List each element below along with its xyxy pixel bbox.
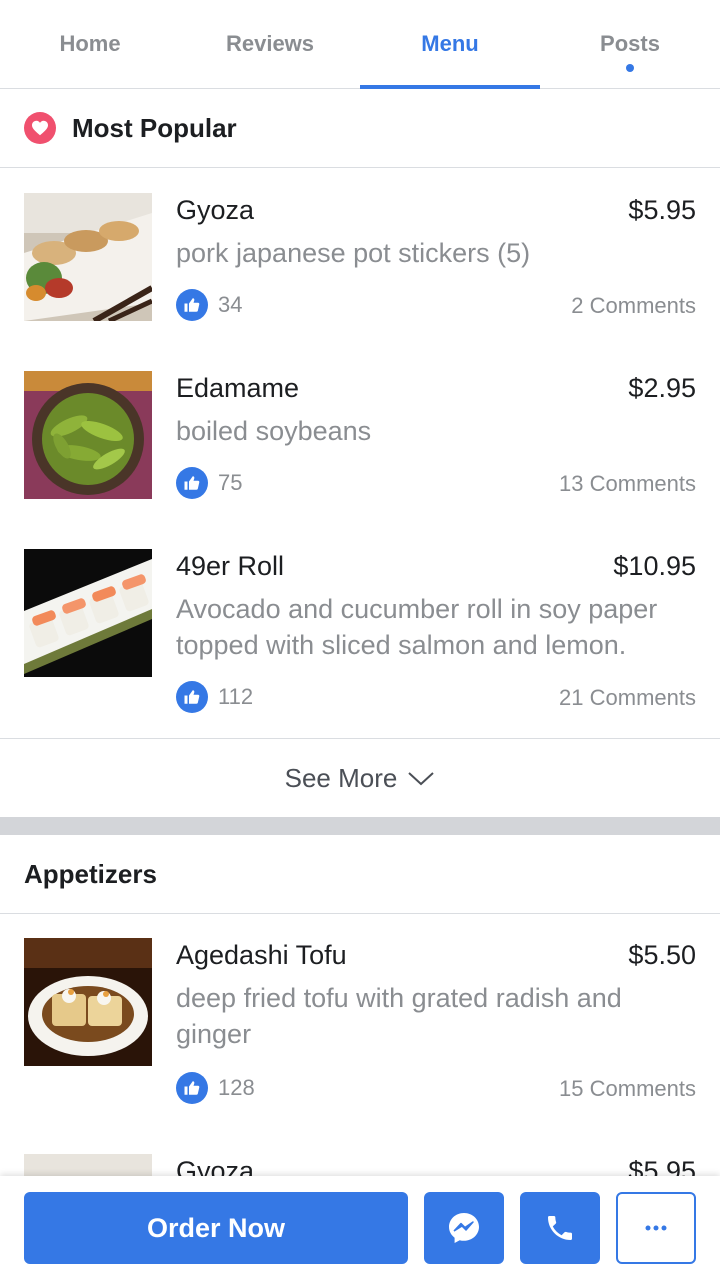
bottom-action-bar: Order Now: [0, 1176, 720, 1280]
like-icon: [176, 289, 208, 321]
menu-item[interactable]: Edamame $2.95 boiled soybeans 75 13 Comm…: [0, 371, 720, 511]
comments-link[interactable]: 21 Comments: [559, 685, 696, 711]
like-icon: [176, 681, 208, 713]
item-description: deep fried tofu with grated radish and g…: [176, 983, 622, 1049]
like-icon: [176, 1072, 208, 1104]
item-name: Edamame: [176, 373, 300, 403]
item-name: Gyoza: [176, 195, 255, 225]
likes[interactable]: 112: [176, 681, 253, 713]
see-more-button[interactable]: See More: [0, 738, 720, 817]
item-description: pork japanese pot stickers (5): [176, 238, 531, 268]
new-posts-indicator: [626, 64, 634, 72]
more-options-button[interactable]: [616, 1192, 696, 1264]
tab-home-label: Home: [59, 31, 121, 56]
chevron-down-icon: [408, 772, 435, 786]
tab-posts-label: Posts: [600, 31, 660, 56]
tab-reviews-label: Reviews: [225, 31, 315, 56]
messenger-icon: [449, 1213, 479, 1243]
menu-item[interactable]: Gyoza $5.95 pork japanese pot stickers (…: [0, 193, 720, 333]
most-popular-header: Most Popular: [0, 89, 720, 168]
comments-link[interactable]: 13 Comments: [559, 471, 696, 497]
tab-menu-label: Menu: [421, 31, 479, 56]
call-button[interactable]: [520, 1192, 600, 1264]
section-title: Most Popular: [72, 112, 237, 143]
item-description: boiled soybeans: [176, 416, 372, 446]
tab-reviews[interactable]: Reviews: [180, 0, 360, 88]
food-photo-49er-roll: [24, 549, 152, 677]
phone-icon: [548, 1216, 572, 1240]
like-count: 128: [218, 1075, 255, 1100]
item-name: Agedashi Tofu: [176, 940, 347, 970]
food-photo-gyoza: [24, 193, 152, 321]
tab-posts[interactable]: Posts: [540, 0, 720, 88]
heart-icon: [24, 112, 56, 144]
item-price: $10.95: [613, 551, 696, 581]
likes[interactable]: 75: [176, 467, 242, 499]
item-price: $2.95: [628, 373, 696, 403]
section-separator: [0, 817, 720, 835]
tab-menu[interactable]: Menu: [360, 0, 540, 89]
item-price: $5.50: [628, 940, 696, 970]
item-price: $5.95: [628, 195, 696, 225]
section-title: Appetizers: [24, 858, 157, 889]
appetizers-header: Appetizers: [0, 835, 720, 914]
tab-home[interactable]: Home: [0, 0, 180, 88]
like-count: 112: [218, 684, 254, 709]
like-icon: [176, 467, 208, 499]
comments-link[interactable]: 15 Comments: [559, 1076, 696, 1102]
like-count: 34: [218, 292, 243, 317]
item-description: Avocado and cucumber roll in soy paper t…: [176, 594, 658, 660]
likes[interactable]: 34: [176, 289, 242, 321]
tab-bar: Home Reviews Menu Posts: [0, 0, 720, 89]
food-photo-edamame: [24, 371, 152, 499]
menu-item[interactable]: Agedashi Tofu $5.50 deep fried tofu with…: [0, 938, 720, 1108]
likes[interactable]: 128: [176, 1072, 255, 1104]
see-more-label: See More: [284, 762, 398, 793]
item-name: 49er Roll: [176, 551, 285, 581]
message-button[interactable]: [424, 1192, 504, 1264]
order-now-label: Order Now: [146, 1212, 286, 1243]
order-now-button[interactable]: Order Now: [24, 1192, 408, 1264]
menu-item[interactable]: 49er Roll $10.95 Avocado and cucumber ro…: [0, 549, 720, 719]
comments-link[interactable]: 2 Comments: [571, 293, 696, 319]
more-icon: [645, 1225, 667, 1231]
like-count: 75: [218, 470, 243, 495]
food-photo-agedashi-tofu: [24, 938, 152, 1066]
